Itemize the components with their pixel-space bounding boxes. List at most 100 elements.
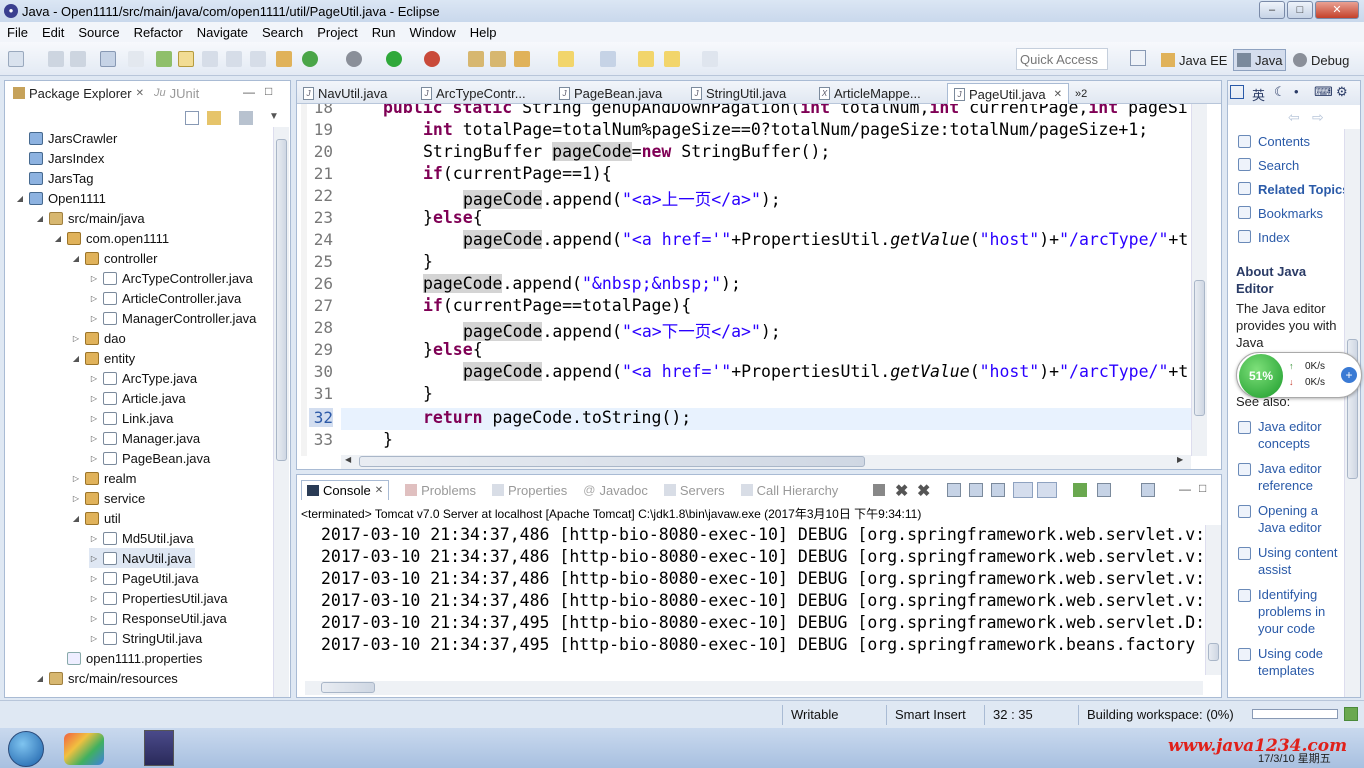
collapse-arrow-icon[interactable]: ◢: [53, 234, 63, 243]
view-menu-chevron-icon[interactable]: ▼: [269, 111, 279, 122]
help-link-related-topics[interactable]: Related Topics: [1258, 182, 1350, 197]
minimize-view-icon[interactable]: —: [1179, 482, 1191, 496]
collapse-arrow-icon[interactable]: ◢: [15, 194, 25, 203]
toggle-mark-occurrences-icon[interactable]: [156, 51, 172, 67]
view-menu-icon[interactable]: [239, 111, 253, 125]
next-annotation-icon[interactable]: [558, 51, 574, 67]
menu-project[interactable]: Project: [310, 25, 364, 40]
debug-icon[interactable]: [346, 51, 362, 67]
tab-console[interactable]: Console ✕: [301, 480, 390, 500]
back-history-icon[interactable]: [664, 51, 680, 67]
external-tools-icon[interactable]: [424, 51, 440, 67]
expand-arrow-icon[interactable]: ▷: [89, 574, 99, 583]
code-area[interactable]: 18 19 20 21 22 23 24 25 26 27 28 29 30 3…: [297, 104, 1191, 456]
tree-item[interactable]: ▷ ManagerController.java: [89, 308, 256, 328]
tree-item[interactable]: ◢ src/main/resources: [35, 668, 178, 688]
scroll-lock-icon[interactable]: [969, 483, 983, 497]
console-vertical-scrollbar[interactable]: [1205, 525, 1221, 675]
new-java-class-icon[interactable]: [490, 51, 506, 67]
link-with-editor-icon[interactable]: [207, 111, 221, 125]
perspective-java-ee[interactable]: Java EE: [1158, 49, 1230, 71]
expand-arrow-icon[interactable]: ▷: [89, 614, 99, 623]
expand-arrow-icon[interactable]: ▷: [89, 454, 99, 463]
menu-source[interactable]: Source: [71, 25, 126, 40]
scrollbar-thumb[interactable]: [1194, 280, 1205, 416]
tab-servers[interactable]: Servers: [663, 483, 725, 498]
tree-item[interactable]: ◢ controller: [71, 248, 158, 268]
plus-icon[interactable]: +: [1341, 367, 1357, 383]
forward-icon[interactable]: ⇨: [1312, 109, 1324, 126]
scroll-left-icon[interactable]: ◀: [345, 455, 351, 464]
tree-item[interactable]: ◢ entity: [71, 348, 135, 368]
tree-item[interactable]: ▷ dao: [71, 328, 126, 348]
menu-navigate[interactable]: Navigate: [190, 25, 255, 40]
perspective-java[interactable]: Java: [1233, 49, 1287, 71]
tree-item[interactable]: ▷ realm: [71, 468, 137, 488]
editor-tab-active[interactable]: J PageUtil.java ✕: [947, 83, 1069, 104]
collapse-arrow-icon[interactable]: ◢: [71, 354, 81, 363]
scroll-right-icon[interactable]: ▶: [1177, 455, 1183, 464]
minimize-button[interactable]: –: [1259, 1, 1285, 19]
editor-tab[interactable]: X ArticleMappe...: [819, 83, 921, 104]
help-link-bookmarks[interactable]: Bookmarks: [1258, 206, 1323, 221]
open-console-icon[interactable]: [100, 51, 116, 67]
tree-item[interactable]: ▷ ArcType.java: [89, 368, 197, 388]
back-icon[interactable]: ⇦: [1288, 109, 1300, 126]
close-window-button[interactable]: ✕: [1315, 1, 1359, 19]
terminate-icon[interactable]: [873, 484, 885, 496]
see-also-link[interactable]: Using code templates: [1258, 645, 1348, 679]
maximize-view-icon[interactable]: □: [1199, 481, 1206, 495]
tab-javadoc[interactable]: @ Javadoc: [583, 483, 648, 498]
see-also-link[interactable]: Identifying problems in your code: [1258, 586, 1338, 637]
open-perspective-icon[interactable]: [1130, 50, 1146, 66]
menu-file[interactable]: File: [0, 25, 35, 40]
editor-tab[interactable]: J PageBean.java: [559, 83, 662, 104]
help-link-search[interactable]: Search: [1258, 158, 1299, 173]
tree-item[interactable]: ▷ ArcTypeController.java: [89, 268, 253, 288]
scrollbar-thumb[interactable]: [321, 682, 375, 693]
keyboard-icon[interactable]: ⌨: [1314, 84, 1333, 100]
expand-arrow-icon[interactable]: ▷: [89, 394, 99, 403]
expand-arrow-icon[interactable]: ▷: [89, 294, 99, 303]
expand-arrow-icon[interactable]: ▷: [89, 374, 99, 383]
editor-vertical-scrollbar[interactable]: [1191, 104, 1207, 456]
menu-run[interactable]: Run: [365, 25, 403, 40]
collapse-arrow-icon[interactable]: ◢: [71, 254, 81, 263]
scrollbar-thumb[interactable]: [1208, 643, 1219, 661]
run-icon[interactable]: [386, 51, 402, 67]
eclipse-taskbar-icon[interactable]: [144, 730, 174, 766]
start-button[interactable]: [8, 731, 44, 767]
tab-overflow-button[interactable]: »2: [1075, 83, 1087, 104]
open-type-icon[interactable]: [514, 51, 530, 67]
ime-language-indicator[interactable]: 英: [1252, 85, 1265, 104]
tree-item[interactable]: ▷ PageBean.java: [89, 448, 210, 468]
chrome-taskbar-icon[interactable]: [64, 733, 104, 765]
save-all-icon[interactable]: [70, 51, 86, 67]
tab-package-explorer[interactable]: Package Explorer ✕: [9, 85, 149, 101]
tree-item[interactable]: ▷ Md5Util.java: [89, 528, 194, 548]
tab-problems[interactable]: Problems: [405, 483, 476, 498]
console-horizontal-scrollbar[interactable]: [305, 681, 1203, 695]
build-icon[interactable]: [276, 51, 292, 67]
minimize-view-icon[interactable]: —: [243, 85, 255, 99]
punctuation-icon[interactable]: •: [1294, 84, 1299, 99]
display-console-icon[interactable]: [1097, 483, 1111, 497]
tree-item[interactable]: ▷ Article.java: [89, 388, 186, 408]
tree-item[interactable]: ▷ StringUtil.java: [89, 628, 202, 648]
skip-breakpoints-icon[interactable]: [128, 51, 144, 67]
expand-arrow-icon[interactable]: ▷: [89, 414, 99, 423]
expand-arrow-icon[interactable]: ▷: [89, 314, 99, 323]
tree-item[interactable]: ◢ Open1111: [15, 188, 106, 208]
tree-item[interactable]: ◢ util: [71, 508, 121, 528]
perspective-debug[interactable]: Debug: [1290, 49, 1352, 71]
settings-icon[interactable]: ⚙: [1336, 84, 1348, 100]
editor-tab[interactable]: J StringUtil.java: [691, 83, 786, 104]
see-also-link[interactable]: Java editor concepts: [1258, 418, 1348, 452]
menu-edit[interactable]: Edit: [35, 25, 71, 40]
collapse-arrow-icon[interactable]: ◢: [35, 674, 45, 683]
close-icon[interactable]: ✕: [136, 88, 144, 99]
network-speed-widget[interactable]: 51% ↑ ↓ 0K/s 0K/s +: [1236, 352, 1362, 398]
collapse-arrow-icon[interactable]: ◢: [71, 514, 81, 523]
tree-item[interactable]: ▷ PropertiesUtil.java: [89, 588, 228, 608]
menu-help[interactable]: Help: [463, 25, 504, 40]
